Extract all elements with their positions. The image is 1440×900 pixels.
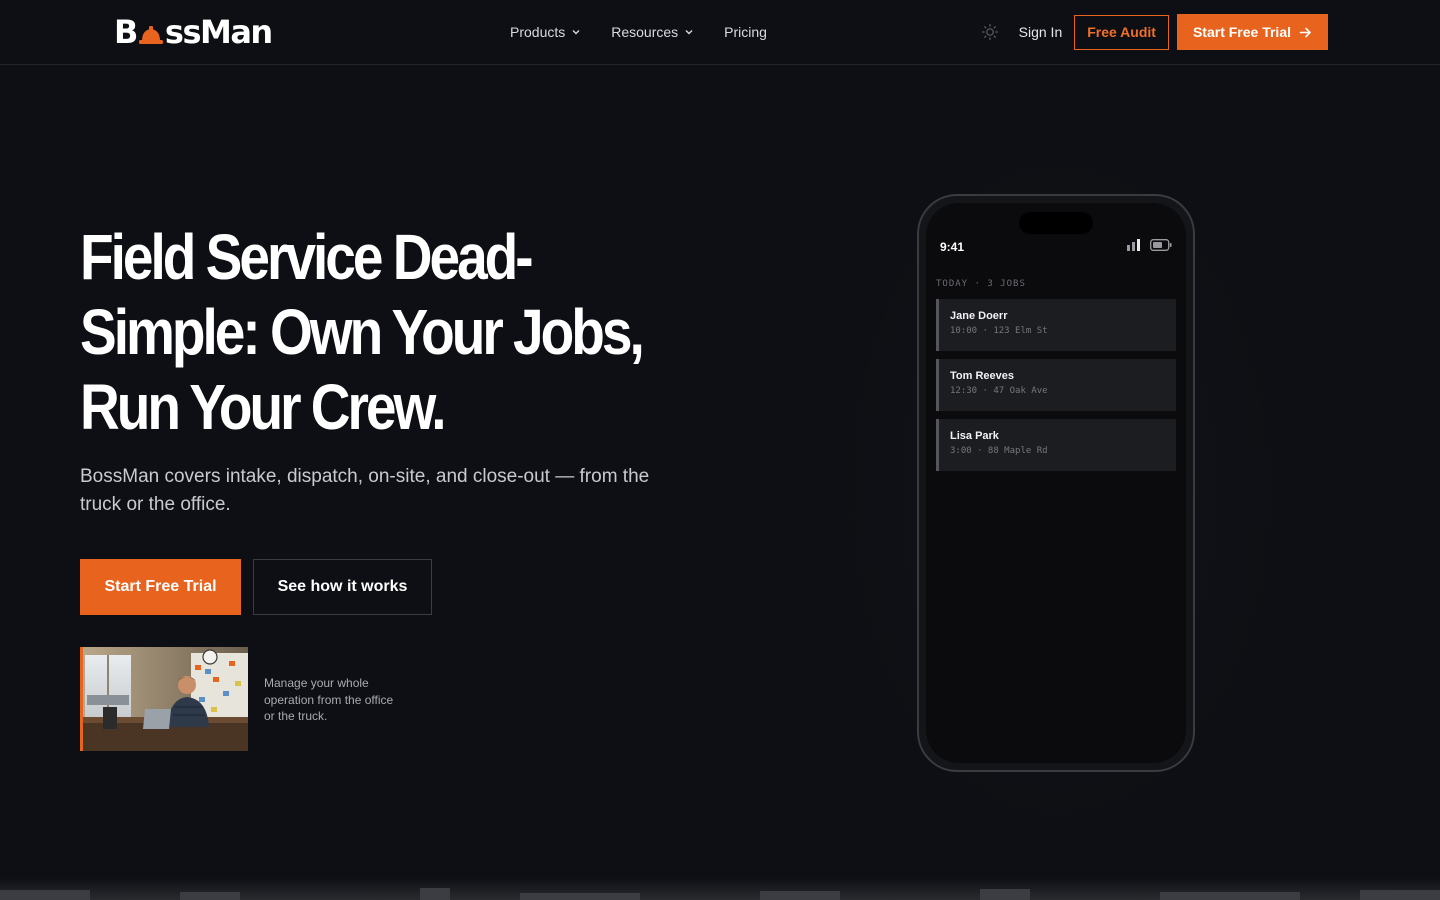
job-meta: 10:00 · 123 Elm St (950, 326, 1048, 336)
see-how-it-works-button[interactable]: See how it works (253, 559, 432, 615)
logo-text-start: B (114, 13, 138, 51)
signal-icon (1127, 239, 1140, 251)
job-name: Lisa Park (950, 430, 999, 442)
logo-text-end: ssMan (164, 13, 273, 51)
hero-title: Field Service Dead- Simple: Own Your Job… (80, 220, 645, 445)
arrow-right-icon (1299, 27, 1311, 37)
job-name: Tom Reeves (950, 370, 1014, 382)
free-audit-button[interactable]: Free Audit (1074, 14, 1169, 50)
jobs-header: TODAY · 3 JOBS (936, 279, 1026, 289)
nav-resources-label: Resources (611, 24, 679, 40)
nav-products-label: Products (510, 24, 566, 40)
sign-in-link[interactable]: Sign In (1019, 24, 1063, 40)
hard-hat-icon (138, 18, 164, 44)
thumbnail-caption: Manage your whole operation from the off… (264, 676, 394, 723)
phone-screen: 9:41 TODAY · 3 JOBS Jane Doerr 10:00 · 1… (926, 203, 1186, 763)
start-free-trial-nav-label: Start Free Trial (1192, 24, 1291, 40)
chevron-down-icon (572, 30, 580, 35)
nav-products[interactable]: Products (510, 24, 581, 40)
office-photo-thumbnail[interactable] (80, 647, 248, 751)
phone-status-icons (1126, 239, 1172, 251)
hero-subtitle: BossMan covers intake, dispatch, on-site… (80, 466, 650, 515)
top-nav: B ssMan Products Resources Pricing Sign … (0, 0, 1440, 65)
job-card[interactable]: Tom Reeves 12:30 · 47 Oak Ave (936, 359, 1176, 411)
hero-title-line: Simple: Own Your Jobs, (80, 296, 645, 368)
bossman-logo[interactable]: B ssMan (114, 13, 273, 51)
job-meta: 12:30 · 47 Oak Ave (950, 386, 1048, 396)
start-free-trial-button[interactable]: Start Free Trial (80, 559, 241, 615)
sun-icon[interactable] (981, 23, 999, 41)
battery-icon (1150, 239, 1172, 251)
next-section-image-edge (0, 878, 1440, 900)
job-card[interactable]: Jane Doerr 10:00 · 123 Elm St (936, 299, 1176, 351)
phone-mockup: 9:41 TODAY · 3 JOBS Jane Doerr 10:00 · 1… (917, 194, 1195, 772)
job-card[interactable]: Lisa Park 3:00 · 88 Maple Rd (936, 419, 1176, 471)
nav-pricing[interactable]: Pricing (724, 24, 767, 40)
nav-resources[interactable]: Resources (611, 24, 694, 40)
start-free-trial-nav-button[interactable]: Start Free Trial (1176, 14, 1328, 50)
hero-title-line: Field Service Dead- (80, 221, 534, 293)
nav-pricing-label: Pricing (724, 24, 767, 40)
nav-actions: Sign In Free Audit Start Free Trial (981, 14, 1328, 50)
job-name: Jane Doerr (950, 310, 1008, 322)
job-meta: 3:00 · 88 Maple Rd (950, 446, 1048, 456)
dynamic-island (1019, 212, 1093, 234)
chevron-down-icon (685, 30, 693, 35)
primary-nav: Products Resources Pricing (510, 0, 767, 64)
phone-time: 9:41 (940, 240, 965, 254)
hero-title-line: Run Your Crew. (80, 371, 447, 443)
